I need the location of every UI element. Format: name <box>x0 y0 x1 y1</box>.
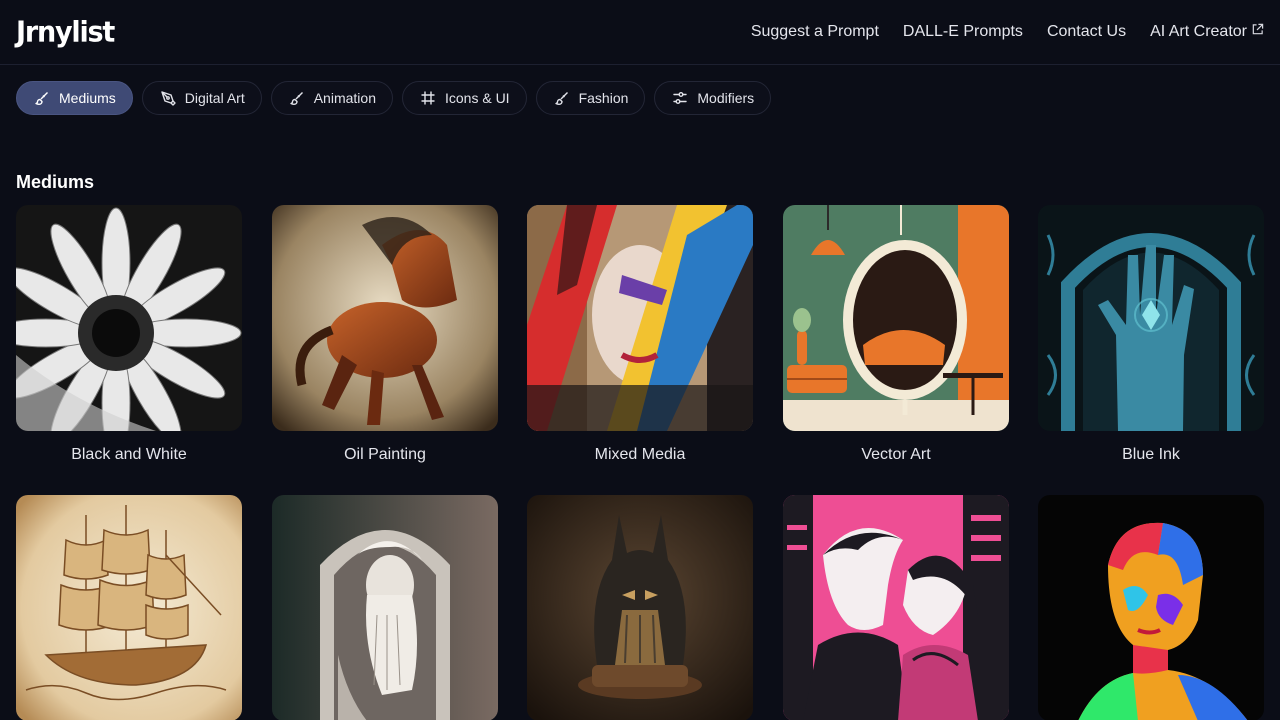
tab-modifiers[interactable]: Modifiers <box>654 81 772 115</box>
frame-icon <box>421 91 435 105</box>
top-navigation-bar: Jrnylist Suggest a Prompt DALL-E Prompts… <box>0 0 1280 65</box>
nav-link-dalle-prompts[interactable]: DALL-E Prompts <box>903 23 1023 41</box>
brush-icon <box>554 92 568 105</box>
card-image <box>527 205 753 431</box>
card-label: Oil Painting <box>344 446 426 463</box>
card-label: Mixed Media <box>594 446 686 463</box>
card-sculpted-helmet[interactable] <box>527 495 753 720</box>
category-tabs: Mediums Digital Art Animation Icons & UI… <box>16 81 772 115</box>
tab-animation[interactable]: Animation <box>270 81 393 115</box>
card-manga-couple[interactable] <box>783 495 1009 720</box>
tab-icons-ui[interactable]: Icons & UI <box>401 81 527 115</box>
section-title: Mediums <box>16 172 95 192</box>
card-image <box>527 495 753 720</box>
sliders-icon <box>673 92 688 104</box>
card-mixed-media[interactable]: Mixed Media <box>527 205 753 464</box>
pen-tool-icon <box>161 91 176 106</box>
card-neon-portrait[interactable] <box>1038 495 1264 720</box>
card-image <box>783 495 1009 720</box>
tab-mediums[interactable]: Mediums <box>16 81 133 115</box>
card-label: Vector Art <box>861 446 931 463</box>
nav-link-suggest-prompt[interactable]: Suggest a Prompt <box>751 23 879 41</box>
card-ship-sketch[interactable] <box>16 495 242 720</box>
nav-link-contact-us[interactable]: Contact Us <box>1047 23 1126 41</box>
tab-fashion[interactable]: Fashion <box>535 81 646 115</box>
card-image <box>16 205 242 431</box>
brush-icon <box>35 92 48 105</box>
site-logo[interactable]: Jrnylist <box>16 16 115 49</box>
card-image <box>272 205 498 431</box>
card-image <box>1038 205 1264 431</box>
card-label: Blue Ink <box>1122 446 1180 463</box>
tab-digital-art[interactable]: Digital Art <box>141 81 262 115</box>
card-black-and-white[interactable]: Black and White <box>16 205 242 464</box>
nav-link-ai-art-creator[interactable]: AI Art Creator <box>1150 23 1264 41</box>
card-vector-art[interactable]: Vector Art <box>783 205 1009 464</box>
external-link-icon <box>1252 23 1264 34</box>
main-nav: Suggest a Prompt DALL-E Prompts Contact … <box>751 23 1264 41</box>
card-image <box>1038 495 1264 720</box>
card-image <box>272 495 498 720</box>
card-paper-relief-portrait[interactable] <box>272 495 498 720</box>
card-oil-painting[interactable]: Oil Painting <box>272 205 498 464</box>
card-image <box>16 495 242 720</box>
card-label: Black and White <box>71 446 187 463</box>
card-image <box>783 205 1009 431</box>
brush-icon <box>290 92 303 105</box>
card-blue-ink[interactable]: Blue Ink <box>1038 205 1264 464</box>
